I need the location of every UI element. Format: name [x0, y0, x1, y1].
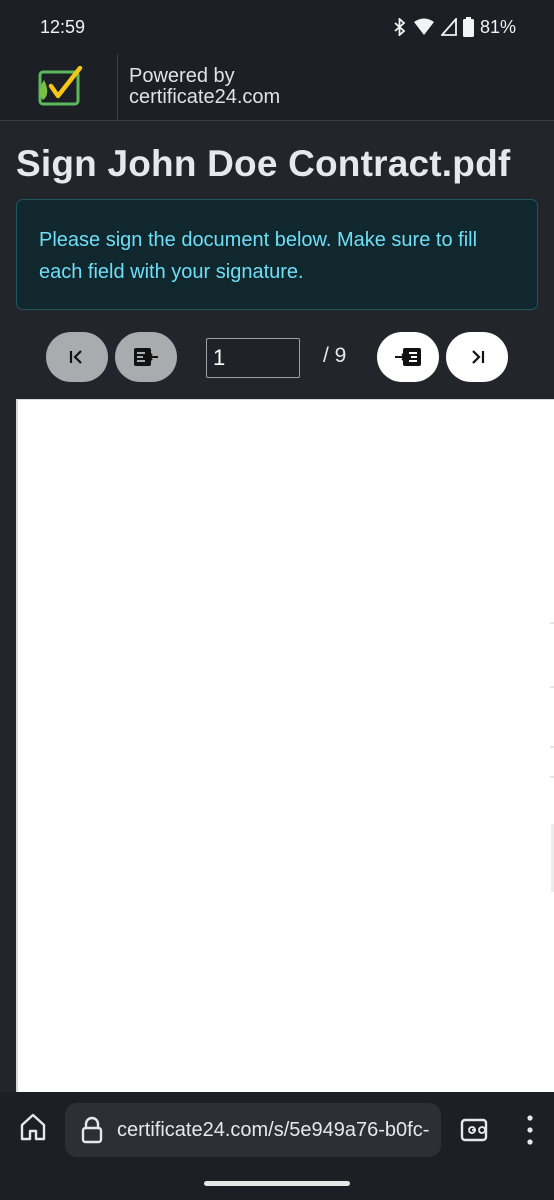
certificate24-logo[interactable] — [0, 53, 118, 121]
document-viewer[interactable] — [16, 399, 554, 1092]
page-total: / 9 — [323, 344, 347, 367]
browser-toolbar: certificate24.com/s/5e949a76-b0fc- — [0, 1092, 554, 1200]
url-text: certificate24.com/s/5e949a76-b0fc- — [117, 1118, 430, 1141]
page-number-input[interactable] — [206, 338, 300, 378]
status-time: 12:59 — [40, 16, 86, 37]
wifi-icon — [413, 18, 434, 35]
status-bar: 12:59 81% — [0, 0, 554, 54]
powered-by-label: Powered by — [129, 65, 235, 87]
home-button[interactable] — [18, 1112, 48, 1142]
tabs-button[interactable] — [460, 1118, 488, 1142]
app-header: Powered by certificate24.com — [0, 53, 554, 121]
powered-by: Powered by certificate24.com — [118, 66, 280, 108]
more-menu-button[interactable] — [525, 1114, 535, 1146]
first-page-icon — [69, 350, 82, 364]
page-navigation: / 9 — [0, 332, 554, 384]
previous-field-button[interactable] — [115, 332, 177, 382]
page-edge-mark — [550, 686, 554, 688]
page-title: Sign John Doe Contract.pdf — [16, 143, 511, 184]
next-field-button[interactable] — [377, 332, 439, 382]
previous-field-icon — [134, 348, 158, 366]
address-bar[interactable]: certificate24.com/s/5e949a76-b0fc- — [65, 1103, 441, 1157]
last-page-button[interactable] — [446, 332, 508, 382]
last-page-icon — [472, 350, 485, 364]
page-edge-mark — [550, 746, 554, 748]
status-icons: 81% — [393, 17, 516, 38]
battery-percent: 81% — [479, 16, 516, 37]
page-edge-mark — [550, 776, 554, 778]
battery-icon — [462, 17, 474, 37]
home-icon — [20, 1113, 46, 1141]
first-page-button[interactable] — [46, 332, 108, 382]
lock-icon — [81, 1116, 103, 1144]
powered-by-domain: certificate24.com — [129, 86, 281, 108]
info-alert: Please sign the document below. Make sur… — [16, 199, 538, 310]
next-field-icon — [395, 348, 421, 366]
tabs-icon — [460, 1118, 488, 1142]
signal-icon — [440, 18, 457, 36]
more-menu-icon — [527, 1115, 533, 1145]
gesture-navigation-bar[interactable] — [204, 1181, 350, 1186]
page-edge-mark — [550, 622, 554, 624]
bluetooth-icon — [394, 18, 406, 36]
